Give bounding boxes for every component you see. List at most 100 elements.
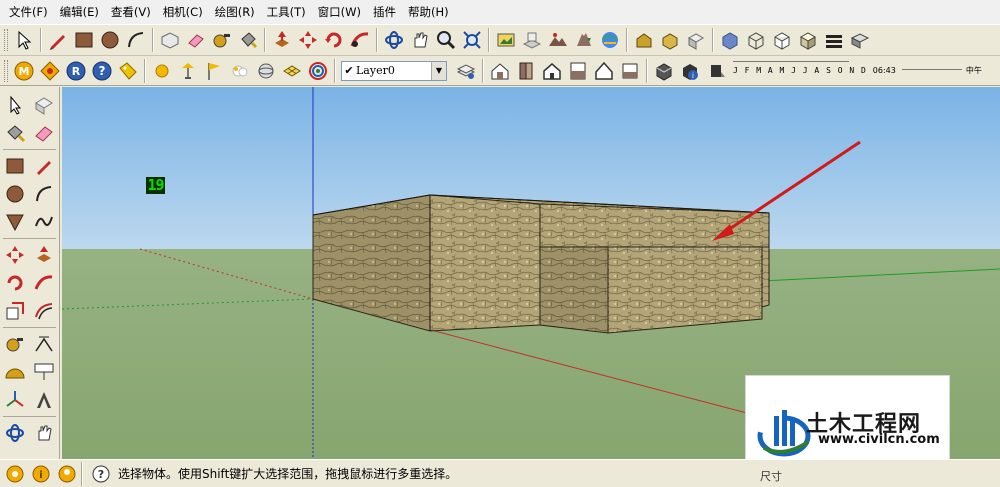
back-view-icon[interactable] [847,27,873,53]
menu-draw[interactable]: 绘图(R) [209,2,261,22]
menu-edit[interactable]: 编辑(E) [54,2,105,22]
cloud-icon[interactable] [227,58,253,84]
circle-icon[interactable] [97,27,123,53]
add-location-icon[interactable] [519,27,545,53]
pencil-icon[interactable] [45,27,71,53]
layer-dropdown[interactable]: ✔ Layer0 ▼ [341,60,447,81]
tape-measure-icon[interactable] [1,330,29,358]
protractor-icon[interactable] [1,358,29,386]
help-icon[interactable]: ? [90,463,112,485]
pan-icon[interactable] [30,419,58,447]
follow-me-icon[interactable] [347,27,373,53]
menu-plugins[interactable]: 插件 [367,2,402,22]
text-icon[interactable] [30,358,58,386]
3d-text-icon[interactable] [30,386,58,414]
user-icon[interactable] [56,463,78,485]
menu-view[interactable]: 查看(V) [105,2,157,22]
credits-icon[interactable]: i [30,463,52,485]
display-shadows-icon[interactable] [703,58,729,84]
select-icon[interactable] [11,27,37,53]
zoom-extents-icon[interactable] [459,27,485,53]
circle-icon[interactable] [1,180,29,208]
freehand-icon[interactable] [30,208,58,236]
warehouse-icon[interactable] [631,27,657,53]
house-roof-icon[interactable] [591,58,617,84]
rotate-icon[interactable] [321,27,347,53]
share-model-icon[interactable] [597,27,623,53]
move-icon[interactable] [1,241,29,269]
paint-bucket-icon[interactable] [1,119,29,147]
stone-building[interactable] [312,194,770,334]
menu-window[interactable]: 窗口(W) [312,2,367,22]
sphere-icon[interactable] [253,58,279,84]
spiral-icon[interactable] [305,58,331,84]
wireframe-icon[interactable] [743,27,769,53]
paint-bucket-icon[interactable] [235,27,261,53]
shaded-icon[interactable] [795,27,821,53]
dimension-icon[interactable] [30,330,58,358]
tape-measure-icon[interactable] [209,27,235,53]
axes-icon[interactable] [1,386,29,414]
plugin-icon[interactable] [37,58,63,84]
arc-icon[interactable] [30,180,58,208]
top-view-icon[interactable] [683,27,709,53]
menu-file[interactable]: 文件(F) [3,2,54,22]
iso-view-icon[interactable] [657,27,683,53]
door-icon[interactable] [513,58,539,84]
menu-camera[interactable]: 相机(C) [157,2,209,22]
offset-icon[interactable] [30,297,58,325]
tag-icon[interactable] [115,58,141,84]
photo-textures-icon[interactable] [493,27,519,53]
window-frame-icon[interactable] [617,58,643,84]
toolbar-separator [264,28,266,52]
toggle-terrain-icon[interactable] [545,27,571,53]
shadow-info-icon[interactable]: i [677,58,703,84]
textured-icon[interactable] [821,27,847,53]
flag-icon[interactable] [201,58,227,84]
shadow-settings-icon[interactable] [651,58,677,84]
sun-icon[interactable] [149,58,175,84]
get-models-icon[interactable] [571,27,597,53]
ruby-console-icon[interactable]: M [11,58,37,84]
light-icon[interactable] [175,58,201,84]
select-icon[interactable] [1,91,29,119]
push-pull-icon[interactable] [30,241,58,269]
house-icon[interactable] [487,58,513,84]
pan-icon[interactable] [407,27,433,53]
arc-icon[interactable] [123,27,149,53]
help-icon[interactable]: ? [89,58,115,84]
menu-help[interactable]: 帮助(H) [402,2,455,22]
menu-tools[interactable]: 工具(T) [261,2,312,22]
rotate-icon[interactable] [1,269,29,297]
chevron-down-icon[interactable]: ▼ [431,61,446,80]
toolbar-grip[interactable] [4,29,8,51]
toolbar-separator [646,58,648,83]
date-slider-track[interactable] [733,61,849,64]
house-outline-icon[interactable] [539,58,565,84]
window-icon[interactable] [565,58,591,84]
grid-icon[interactable] [279,58,305,84]
xray-icon[interactable] [717,27,743,53]
rectangle-icon[interactable] [71,27,97,53]
geolocation-icon[interactable] [4,463,26,485]
make-component-icon[interactable] [157,27,183,53]
eraser-icon[interactable] [30,119,58,147]
eraser-icon[interactable] [183,27,209,53]
shadow-date-slider[interactable]: J F M A M J J A S O N D [733,61,867,75]
push-pull-icon[interactable] [269,27,295,53]
zoom-icon[interactable] [433,27,459,53]
pencil-icon[interactable] [30,152,58,180]
orbit-icon[interactable] [1,419,29,447]
polygon-icon[interactable] [1,208,29,236]
follow-me-icon[interactable] [30,269,58,297]
layer-manager-icon[interactable] [453,58,479,84]
scale-icon[interactable] [1,297,29,325]
move-icon[interactable] [295,27,321,53]
rectangle-icon[interactable] [1,152,29,180]
shadow-time-slider[interactable] [901,69,962,72]
toolbar-grip[interactable] [4,59,8,82]
orbit-icon[interactable] [381,27,407,53]
make-component-icon[interactable] [30,91,58,119]
hidden-line-icon[interactable] [769,27,795,53]
register-icon[interactable]: R [63,58,89,84]
